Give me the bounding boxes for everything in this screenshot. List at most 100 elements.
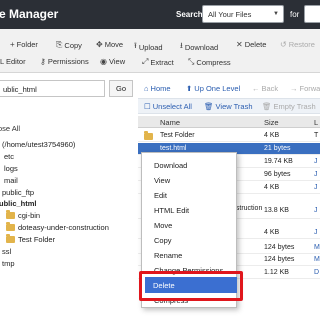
file-size: 4 KB bbox=[264, 184, 280, 191]
new-folder-label: Folder bbox=[16, 40, 38, 49]
tree-item-tmp[interactable]: tmp bbox=[2, 259, 15, 268]
column-type[interactable]: L bbox=[314, 118, 318, 127]
tree-item-label: public_ftp bbox=[2, 188, 35, 197]
upload-label: Upload bbox=[138, 42, 163, 52]
extract-icon: ⤢ bbox=[142, 57, 149, 66]
search-scope-select[interactable]: All Your Files ▼ bbox=[202, 5, 284, 23]
context-menu-move[interactable]: Move bbox=[154, 221, 172, 230]
permissions-button[interactable]: ⚷ Permissions bbox=[40, 57, 89, 66]
restore-icon: ↺ bbox=[280, 40, 287, 49]
file-name: test.html bbox=[160, 145, 187, 152]
checkbox-icon: ☐ bbox=[144, 102, 151, 111]
download-icon: ⭳ bbox=[180, 41, 183, 50]
tree-item-public-html[interactable]: ublic_html bbox=[0, 199, 37, 208]
copy-icon: ⎘ bbox=[56, 40, 63, 49]
annotation-highlight-box bbox=[139, 271, 243, 301]
tree-item-label: tmp bbox=[2, 259, 15, 268]
permissions-label: Permissions bbox=[47, 57, 89, 66]
folder-icon bbox=[6, 222, 15, 231]
collapse-all-link[interactable]: ose All bbox=[0, 124, 20, 133]
column-name[interactable]: Name bbox=[160, 118, 180, 127]
file-type: M bbox=[314, 256, 320, 263]
upload-icon: ⭱ bbox=[134, 41, 137, 50]
tree-item-logs[interactable]: logs bbox=[4, 164, 18, 173]
arrow-left-icon: ← bbox=[252, 84, 260, 93]
restore-button[interactable]: ↺ Restore bbox=[280, 40, 315, 49]
move-button[interactable]: ✥ Move bbox=[96, 40, 123, 49]
tree-item-test-folder[interactable]: Test Folder bbox=[6, 234, 55, 244]
delete-toolbar-label: Delete bbox=[244, 40, 267, 49]
extract-button[interactable]: ⤢ Extract bbox=[142, 57, 174, 67]
go-button[interactable]: Go bbox=[109, 80, 133, 97]
forward-label: Forwa bbox=[299, 84, 320, 93]
unselect-all-button[interactable]: ☐ Unselect All bbox=[144, 102, 192, 111]
back-label: Back bbox=[261, 84, 279, 93]
file-size: 21 bytes bbox=[264, 145, 291, 152]
home-icon: ⌂ bbox=[144, 84, 149, 93]
context-menu-download[interactable]: Download bbox=[154, 161, 187, 170]
compress-button[interactable]: ⤡ Compress bbox=[188, 57, 231, 67]
path-input[interactable]: ublic_html bbox=[0, 80, 105, 97]
forward-button[interactable]: → Forwa bbox=[290, 84, 320, 93]
upload-button[interactable]: ⭱ Upload bbox=[134, 40, 163, 54]
view-trash-button[interactable]: 🗑 View Trash bbox=[204, 102, 253, 111]
tree-item-mail[interactable]: mail bbox=[4, 176, 18, 185]
arrow-up-icon: ⬆ bbox=[186, 84, 193, 93]
context-menu-html-edit[interactable]: HTML Edit bbox=[154, 206, 189, 215]
move-icon: ✥ bbox=[96, 40, 103, 49]
up-one-level-label: Up One Level bbox=[194, 84, 241, 93]
file-size: 124 bytes bbox=[264, 244, 295, 251]
new-folder-button[interactable]: + Folder bbox=[10, 40, 38, 49]
arrow-right-icon: → bbox=[290, 84, 298, 93]
tree-item-home[interactable]: (/home/utest3754960) bbox=[2, 140, 75, 149]
html-editor-button[interactable]: L Editor bbox=[0, 57, 26, 66]
tree-item-label: ublic_html bbox=[0, 199, 37, 208]
view-button[interactable]: ◉ View bbox=[100, 57, 125, 66]
tree-item-public-ftp[interactable]: public_ftp bbox=[2, 188, 34, 197]
tree-item-doteasy[interactable]: doteasy-under-construction bbox=[6, 222, 109, 232]
file-type: T bbox=[314, 132, 319, 139]
plus-icon: + bbox=[10, 40, 15, 49]
tree-item-label: etc bbox=[4, 152, 15, 161]
extract-label: Extract bbox=[150, 57, 174, 67]
copy-label: Copy bbox=[64, 40, 82, 50]
file-type: J bbox=[314, 171, 318, 178]
file-size: 96 bytes bbox=[264, 171, 291, 178]
tree-item-ssl[interactable]: ssl bbox=[2, 247, 11, 256]
column-size[interactable]: Size bbox=[264, 118, 279, 127]
search-input[interactable] bbox=[304, 5, 320, 23]
file-size: 124 bytes bbox=[264, 256, 295, 263]
unselect-all-label: Unselect All bbox=[152, 102, 192, 111]
table-row[interactable]: Test Folder 4 KB T bbox=[138, 130, 320, 142]
empty-trash-button[interactable]: 🗑 Empty Trash bbox=[262, 102, 316, 111]
move-label: Move bbox=[104, 40, 124, 49]
file-size: 4 KB bbox=[264, 229, 280, 236]
context-menu-copy[interactable]: Copy bbox=[154, 236, 172, 245]
tree-item-etc[interactable]: etc bbox=[4, 152, 14, 161]
home-button[interactable]: ⌂ Home bbox=[144, 84, 171, 93]
compress-label: Compress bbox=[196, 57, 231, 67]
download-button[interactable]: ⭳ Download bbox=[180, 40, 218, 54]
eye-icon: ◉ bbox=[100, 57, 107, 66]
context-menu-edit[interactable]: Edit bbox=[154, 191, 167, 200]
tree-item-cgi-bin[interactable]: cgi-bin bbox=[6, 210, 40, 220]
copy-button[interactable]: ⎘ Copy bbox=[56, 40, 82, 50]
folder-icon bbox=[144, 131, 153, 140]
file-size: 13.8 KB bbox=[264, 207, 289, 214]
view-label: View bbox=[108, 57, 126, 66]
context-menu-rename[interactable]: Rename bbox=[154, 251, 182, 260]
tree-item-label: (/home/utest3754960) bbox=[2, 140, 76, 149]
file-type: J bbox=[314, 158, 318, 165]
delete-toolbar-button[interactable]: ✕ Delete bbox=[236, 40, 266, 49]
action-bar: ☐ Unselect All 🗑 View Trash 🗑 Empty Tras… bbox=[138, 98, 320, 114]
back-button[interactable]: ← Back bbox=[252, 84, 278, 93]
empty-trash-label: Empty Trash bbox=[273, 102, 316, 111]
restore-label: Restore bbox=[288, 40, 315, 49]
context-menu-view[interactable]: View bbox=[154, 176, 170, 185]
view-trash-label: View Trash bbox=[215, 102, 253, 111]
toolbar: + Folder ⎘ Copy ✥ Move ⭱ Upload ⭳ Downlo… bbox=[0, 29, 320, 73]
up-one-level-button[interactable]: ⬆ Up One Level bbox=[186, 84, 240, 93]
compress-icon: ⤡ bbox=[188, 57, 195, 66]
search-scope-value: All Your Files bbox=[208, 10, 252, 19]
folder-icon bbox=[6, 234, 15, 243]
